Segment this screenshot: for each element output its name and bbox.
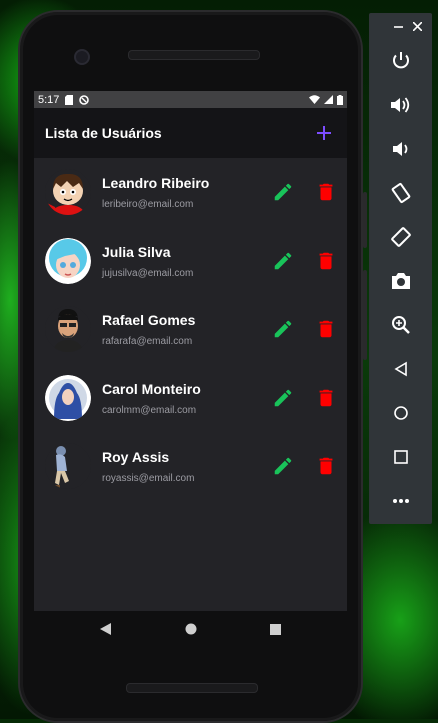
android-nav-bar [34, 611, 347, 647]
status-bar: 5:17 [34, 91, 347, 108]
list-item[interactable]: Roy Assis royassis@email.com [34, 432, 347, 501]
avatar [45, 443, 91, 489]
volume-up-button[interactable] [369, 83, 432, 127]
wifi-icon [309, 95, 320, 104]
delete-button[interactable] [315, 455, 337, 477]
trash-icon [319, 252, 333, 269]
trash-icon [319, 389, 333, 406]
back-icon [393, 361, 407, 377]
edit-button[interactable] [272, 318, 294, 340]
back-triangle-icon [100, 623, 112, 635]
list-item[interactable]: Carol Monteiro carolmm@email.com [34, 364, 347, 433]
pencil-icon [274, 252, 292, 269]
user-name: Leandro Ribeiro [102, 175, 210, 191]
user-email: jujusilva@email.com [102, 267, 194, 279]
pencil-icon [274, 389, 292, 406]
camera-icon [391, 273, 410, 289]
user-email: rafarafa@email.com [102, 336, 193, 347]
more-button[interactable] [369, 479, 432, 523]
user-name: Julia Silva [102, 243, 171, 260]
overview-icon [393, 450, 408, 464]
emu-home-button[interactable] [369, 391, 432, 435]
power-button[interactable] [369, 39, 432, 83]
avatar [45, 169, 91, 215]
close-icon [412, 20, 423, 32]
sync-icon [79, 94, 90, 105]
pencil-icon [274, 320, 292, 338]
signal-icon [324, 95, 333, 104]
zoom-icon [391, 316, 410, 334]
plus-icon [317, 126, 331, 140]
user-email: carolmm@email.com [102, 404, 197, 416]
delete-button[interactable] [315, 387, 337, 409]
user-email: royassis@email.com [102, 473, 195, 484]
avatar [45, 306, 91, 352]
minimize-icon [394, 25, 403, 28]
front-camera [74, 49, 90, 65]
sd-card-icon [65, 94, 74, 105]
user-name: Roy Assis [102, 449, 170, 465]
emulator-window-controls [369, 13, 432, 39]
top-speaker [128, 50, 260, 60]
list-item[interactable]: Leandro Ribeiro leribeiro@email.com [34, 158, 347, 227]
avatar [45, 374, 91, 421]
add-user-button[interactable] [312, 121, 336, 145]
rotate-left-button[interactable] [369, 171, 432, 215]
edit-button[interactable] [272, 387, 294, 409]
overview-square-icon [269, 623, 281, 635]
avatar [45, 237, 91, 284]
user-name: Rafael Gomes [102, 312, 196, 328]
rotate-right-icon [390, 227, 411, 247]
device-screen: 5:17 Lista de Usuários Leandro Ribeiro l… [34, 91, 347, 611]
zoom-button[interactable] [369, 303, 432, 347]
emulator-toolbar [369, 13, 432, 524]
volume-down-icon [392, 142, 407, 156]
delete-button[interactable] [315, 181, 337, 203]
close-button[interactable] [412, 19, 423, 34]
trash-icon [319, 457, 333, 475]
edit-button[interactable] [272, 181, 294, 203]
trash-icon [319, 183, 333, 201]
app-bar: Lista de Usuários [34, 108, 347, 158]
trash-icon [319, 320, 333, 338]
nav-overview-button[interactable] [269, 623, 281, 635]
power-icon [392, 52, 409, 69]
screenshot-button[interactable] [369, 259, 432, 303]
rotate-right-button[interactable] [369, 215, 432, 259]
battery-icon [337, 94, 343, 105]
volume-side-button [363, 270, 367, 360]
list-item[interactable]: Julia Silva jujusilva@email.com [34, 227, 347, 296]
user-email: leribeiro@email.com [102, 199, 194, 210]
volume-up-icon [390, 97, 409, 113]
more-icon [392, 499, 409, 503]
emu-overview-button[interactable] [369, 435, 432, 479]
status-time: 5:17 [38, 93, 60, 106]
emu-back-button[interactable] [369, 347, 432, 391]
nav-home-button[interactable] [185, 623, 197, 635]
user-name: Carol Monteiro [102, 380, 201, 397]
rotate-left-icon [391, 182, 410, 204]
volume-down-button[interactable] [369, 127, 432, 171]
minimize-button[interactable] [394, 19, 403, 34]
list-item[interactable]: Rafael Gomes rafarafa@email.com [34, 295, 347, 364]
power-side-button [363, 192, 367, 248]
delete-button[interactable] [315, 318, 337, 340]
pencil-icon [274, 183, 292, 201]
home-circle-icon [185, 623, 197, 635]
page-title: Lista de Usuários [45, 125, 162, 141]
user-list: Leandro Ribeiro leribeiro@email.com Juli… [34, 158, 347, 611]
nav-back-button[interactable] [100, 623, 112, 635]
edit-button[interactable] [272, 250, 294, 272]
delete-button[interactable] [315, 250, 337, 272]
pencil-icon [274, 457, 292, 475]
home-icon [393, 406, 408, 420]
bottom-speaker [126, 683, 258, 693]
edit-button[interactable] [272, 455, 294, 477]
